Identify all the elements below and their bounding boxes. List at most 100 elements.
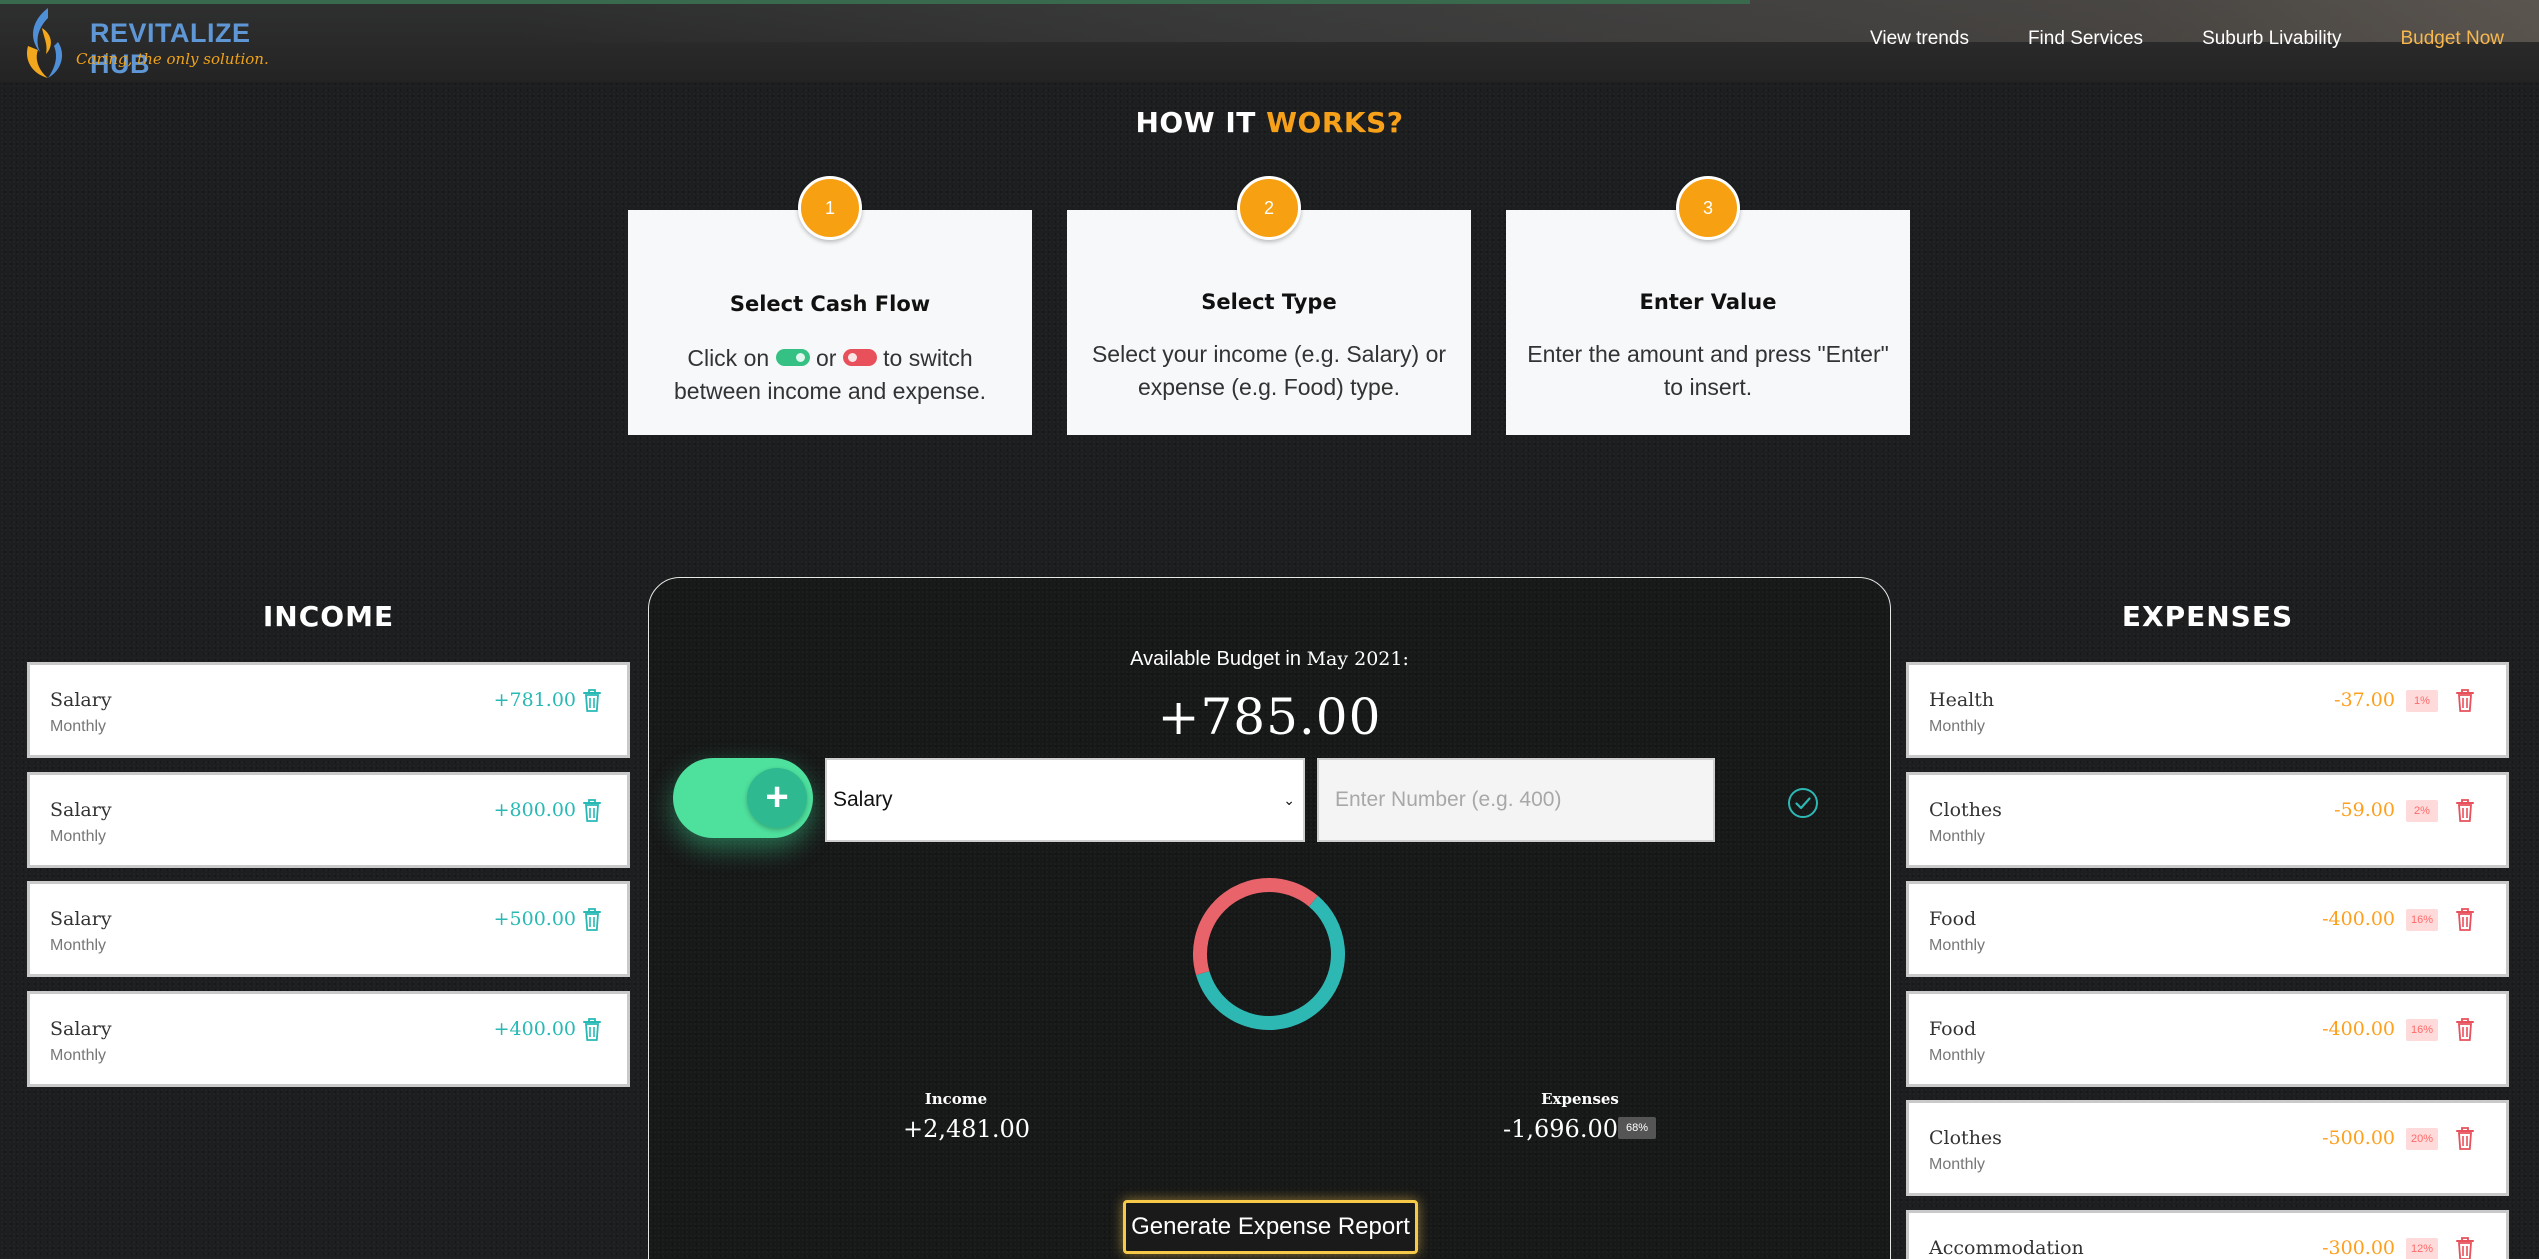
item-frequency: Monthly — [1929, 937, 1986, 954]
item-frequency: Monthly — [1929, 1046, 1986, 1064]
top-navbar: REVITALIZE HUB Caring, the only solution… — [0, 0, 2539, 82]
item-frequency: Monthly — [50, 937, 107, 954]
item-name: Health — [1929, 689, 1995, 711]
nav-suburb-livability[interactable]: Suburb Livability — [2202, 28, 2341, 50]
how-it-works-title: HOW IT WORKS? — [0, 106, 2539, 139]
income-title: INCOME — [262, 600, 395, 633]
main-nav: View trends Find Services Suburb Livabil… — [1870, 28, 2504, 50]
income-toggle-icon — [775, 349, 810, 367]
item-name: Clothes — [1929, 798, 2002, 821]
cash-flow-toggle[interactable]: + — [673, 758, 813, 838]
item-percentage-badge: 16% — [2406, 1018, 2438, 1041]
item-name: Salary — [50, 689, 112, 711]
delete-trash-icon[interactable] — [581, 1016, 603, 1042]
logo-icon — [26, 8, 63, 78]
delete-trash-icon[interactable] — [581, 906, 603, 932]
nav-budget-now[interactable]: Budget Now — [2400, 28, 2504, 50]
step-number-badge: 1 — [798, 176, 862, 240]
delete-trash-icon[interactable] — [2454, 1125, 2476, 1151]
item-frequency: Monthly — [50, 1046, 107, 1064]
type-select[interactable]: Salary ⌄ — [825, 758, 1305, 842]
how-it-works-title-main: HOW IT — [1135, 106, 1256, 139]
income-summary-value: +2,481.00 — [903, 1115, 1030, 1143]
budget-panel: Available Budget in May 2021: +785.00 + … — [648, 577, 1891, 1259]
item-name: Salary — [50, 908, 112, 930]
item-value: +400.00 — [493, 1017, 576, 1040]
plus-icon: + — [747, 768, 807, 828]
step-desc-part: or — [815, 345, 837, 371]
brand-tagline: Caring, the only solution. — [76, 50, 269, 68]
item-name: Clothes — [1929, 1127, 2002, 1149]
budget-month: May 2021: — [1306, 648, 1409, 670]
item-frequency: Monthly — [1929, 718, 1986, 735]
step-title: Select Type — [1201, 290, 1337, 314]
expense-item: AccommodationMonthly-300.0012% — [1906, 1209, 2509, 1259]
item-value: -37.00 — [2334, 689, 2395, 711]
item-value: +781.00 — [493, 689, 576, 711]
step-title: Enter Value — [1639, 290, 1777, 314]
item-value: -300.00 — [2322, 1236, 2395, 1259]
available-budget-text: Available Budget in — [1130, 648, 1301, 670]
how-it-works-title-accent: WORKS? — [1266, 106, 1404, 139]
budget-donut-chart — [1193, 878, 1345, 1030]
item-value: +800.00 — [493, 798, 576, 821]
item-frequency: Monthly — [1929, 1156, 1986, 1173]
expenses-summary-label: Expenses — [1541, 1090, 1619, 1108]
delete-trash-icon[interactable] — [581, 797, 603, 823]
step-card-3: 3 Enter Value Enter the amount and press… — [1506, 176, 1910, 435]
step-number-badge: 2 — [1237, 176, 1301, 240]
chevron-down-icon: ⌄ — [1283, 791, 1295, 808]
delete-trash-icon[interactable] — [2454, 1235, 2476, 1259]
step-card-2: 2 Select Type Select your income (e.g. S… — [1067, 176, 1471, 435]
item-value: -500.00 — [2322, 1127, 2395, 1149]
item-name: Salary — [50, 798, 112, 821]
nav-find-services[interactable]: Find Services — [2028, 28, 2143, 50]
step-description: Select your income (e.g. Salary) or expe… — [1091, 341, 1447, 400]
item-value: -400.00 — [2322, 908, 2395, 930]
item-percentage-badge: 12% — [2406, 1237, 2438, 1259]
expense-toggle-icon — [842, 349, 877, 367]
step-description: Click on or to switch between income and… — [642, 342, 1018, 408]
item-name: Salary — [50, 1017, 112, 1040]
step-card-1: 1 Select Cash Flow Click on or to switch… — [628, 176, 1032, 435]
item-percentage-badge: 1% — [2406, 690, 2438, 712]
item-frequency: Monthly — [50, 827, 107, 845]
available-budget-label: Available Budget in May 2021: — [649, 648, 1890, 671]
expenses-title: EXPENSES — [2121, 600, 2294, 633]
delete-trash-icon[interactable] — [2454, 797, 2476, 823]
type-select-value: Salary — [833, 788, 893, 811]
item-percentage-badge: 16% — [2406, 909, 2438, 931]
brand-logo[interactable]: REVITALIZE HUB Caring, the only solution… — [16, 2, 276, 82]
expenses-percentage-badge: 68% — [1618, 1117, 1656, 1139]
income-item: Salary Monthly +500.00 — [27, 881, 630, 977]
step-description: Enter the amount and press "Enter" to in… — [1527, 341, 1889, 400]
expenses-summary-value: -1,696.00 — [1503, 1115, 1618, 1143]
item-name: Food — [1929, 908, 1977, 930]
expense-item: Food Monthly -400.00 16% — [1906, 990, 2509, 1087]
item-percentage-badge: 2% — [2406, 799, 2438, 822]
check-circle-icon[interactable] — [1786, 786, 1820, 820]
donut-expense-segment — [1193, 878, 1345, 1030]
income-item: Salary Monthly +400.00 — [27, 990, 630, 1087]
step-desc-part: Click on — [687, 345, 770, 371]
expense-item: Health Monthly -37.00 1% — [1906, 662, 2509, 758]
value-input[interactable] — [1317, 758, 1715, 842]
item-name: Accommodation — [1929, 1236, 2084, 1259]
available-budget-value: +785.00 — [1157, 688, 1382, 746]
delete-trash-icon[interactable] — [2454, 687, 2476, 713]
donut-income-segment — [1193, 878, 1345, 1030]
nav-view-trends[interactable]: View trends — [1870, 28, 1969, 50]
delete-trash-icon[interactable] — [2454, 1016, 2476, 1042]
generate-report-button[interactable]: Generate Expense Report — [1123, 1200, 1418, 1254]
delete-trash-icon[interactable] — [2454, 906, 2476, 932]
delete-trash-icon[interactable] — [581, 687, 603, 713]
income-item: Salary Monthly +800.00 — [27, 771, 630, 868]
income-summary-label: Income — [924, 1090, 988, 1108]
item-percentage-badge: 20% — [2406, 1128, 2438, 1150]
expense-item: Food Monthly -400.00 16% — [1906, 881, 2509, 977]
item-name: Food — [1929, 1017, 1977, 1040]
income-item: Salary Monthly +781.00 — [27, 662, 630, 758]
expense-item: Clothes Monthly -59.00 2% — [1906, 771, 2509, 868]
step-title: Select Cash Flow — [729, 292, 931, 316]
expense-item: Clothes Monthly -500.00 20% — [1906, 1100, 2509, 1196]
